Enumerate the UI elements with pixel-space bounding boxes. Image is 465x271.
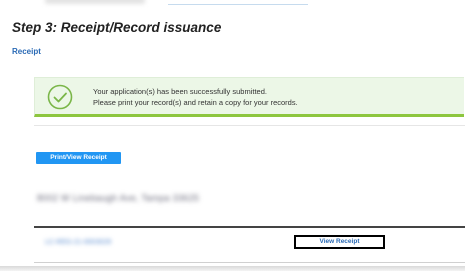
- print-view-receipt-button[interactable]: Print/View Receipt: [36, 152, 121, 164]
- blurred-header-fragment: [45, 0, 145, 4]
- alert-message: Your application(s) has been successfull…: [93, 86, 298, 108]
- table-divider: [34, 226, 465, 228]
- header-divider: [168, 4, 308, 5]
- section-divider: [34, 125, 465, 126]
- record-address: 8002 W Linebaugh Ave, Tampa 33625: [37, 193, 200, 203]
- checkmark-circle-icon: [47, 84, 73, 110]
- view-receipt-highlight: View Receipt: [294, 235, 385, 249]
- step-heading: Step 3: Receipt/Record issuance: [12, 20, 222, 35]
- alert-line-print-instructions: Please print your record(s) and retain a…: [93, 98, 298, 107]
- table-bottom-border: [34, 262, 465, 263]
- record-number-link[interactable]: LC-REG-21-0003029: [45, 239, 111, 246]
- receipt-section-label: Receipt: [12, 47, 41, 56]
- alert-line-submitted: Your application(s) has been successfull…: [93, 87, 267, 96]
- page-edge-shadow: [0, 266, 465, 271]
- success-alert: Your application(s) has been successfull…: [34, 77, 464, 117]
- view-receipt-link[interactable]: View Receipt: [296, 237, 383, 247]
